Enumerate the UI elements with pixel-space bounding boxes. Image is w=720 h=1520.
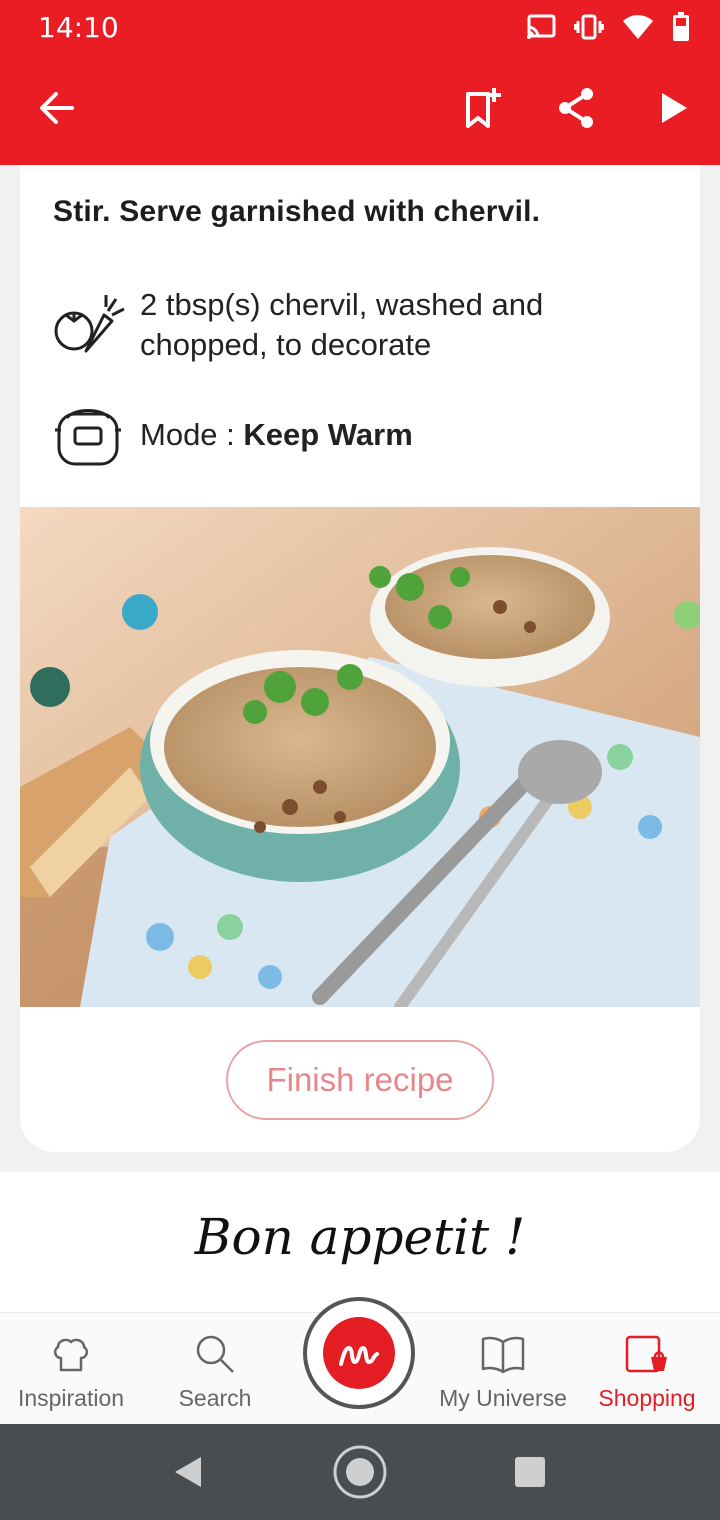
bookmark-add-icon[interactable]	[456, 82, 508, 134]
closing-text: Bon appetit !	[194, 1208, 526, 1266]
nav-item-my-universe[interactable]: My Universe	[428, 1331, 578, 1412]
book-icon	[428, 1331, 578, 1377]
status-time: 14:10	[38, 11, 119, 44]
system-back-icon[interactable]	[158, 1442, 218, 1502]
nav-item-inspiration[interactable]: Inspiration	[0, 1331, 146, 1412]
nav-label-shopping: Shopping	[598, 1385, 696, 1411]
vegetables-icon	[50, 287, 126, 363]
vibrate-icon	[573, 14, 605, 45]
ingredient-row: 2 tbsp(s) chervil, washed and chopped, t…	[50, 285, 610, 365]
brand-logo-icon	[323, 1317, 395, 1389]
app-bar	[0, 52, 720, 165]
step-instruction: Stir. Serve garnished with chervil.	[53, 195, 541, 228]
finish-recipe-button[interactable]: Finish recipe	[226, 1040, 494, 1120]
recipe-step-card: Stir. Serve garnished with chervil. 2 tb…	[20, 165, 700, 1152]
chef-hat-icon	[0, 1331, 146, 1377]
mode-row: Mode : Keep Warm	[50, 397, 413, 473]
system-home-icon[interactable]	[330, 1442, 390, 1502]
wifi-icon	[622, 14, 654, 45]
back-arrow-icon[interactable]	[30, 82, 82, 134]
system-recents-icon[interactable]	[500, 1442, 560, 1502]
search-icon	[140, 1331, 290, 1377]
closing-banner: Bon appetit !	[0, 1172, 720, 1312]
cast-icon	[526, 14, 556, 45]
system-nav-bar	[0, 1424, 720, 1520]
mode-label: Mode :	[140, 417, 244, 452]
mode-value: Keep Warm	[243, 417, 413, 452]
play-icon[interactable]	[648, 82, 700, 134]
nav-item-shopping[interactable]: Shopping	[572, 1331, 720, 1412]
nav-item-search[interactable]: Search	[140, 1331, 290, 1412]
shopping-icon	[572, 1331, 720, 1377]
nav-label-search: Search	[178, 1385, 252, 1411]
nav-label-inspiration: Inspiration	[17, 1385, 125, 1411]
mode-text: Mode : Keep Warm	[140, 415, 413, 455]
cook-mode-button[interactable]	[303, 1297, 415, 1409]
bottom-nav: Inspiration Search My Universe Shopping	[0, 1297, 720, 1424]
ingredient-text: 2 tbsp(s) chervil, washed and chopped, t…	[140, 287, 544, 362]
recipe-photo	[20, 507, 700, 1007]
battery-icon	[672, 12, 690, 47]
cooker-icon	[50, 397, 126, 473]
share-icon[interactable]	[550, 82, 602, 134]
status-bar: 14:10	[0, 0, 720, 52]
nav-label-my-universe: My Universe	[439, 1385, 567, 1411]
